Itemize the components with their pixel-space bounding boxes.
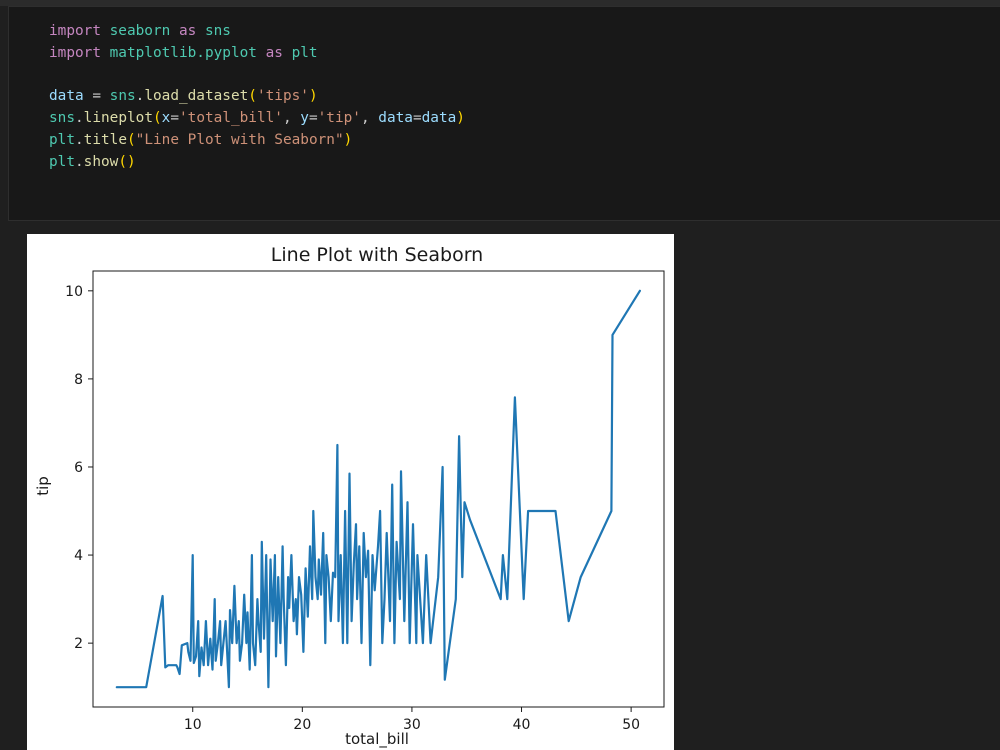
line-plot-chart: 10 20 30 40 50 246810 Line Plot with Seaborn… <box>27 234 674 750</box>
code-token: plt <box>49 131 75 148</box>
code-token: = <box>83 88 110 105</box>
code-token: import <box>49 44 101 61</box>
y-tick-label: 2 <box>74 636 83 652</box>
code-token: , <box>282 110 301 127</box>
code-editor[interactable]: import seaborn as sns import matplotlib.p… <box>49 21 465 174</box>
code-line: import seaborn as sns <box>49 21 465 43</box>
code-token: load_dataset <box>144 88 249 105</box>
code-token: data <box>378 110 413 127</box>
code-token: y <box>300 110 309 127</box>
code-line: plt.show() <box>49 152 465 174</box>
x-axis-label: total_bill <box>345 730 409 749</box>
code-line: data = sns.load_dataset('tips') <box>49 86 465 108</box>
code-token: data <box>49 88 84 105</box>
y-axis-label: tip <box>34 476 52 496</box>
code-line: import matplotlib.pyplot as plt <box>49 43 465 65</box>
code-token: . <box>75 131 84 148</box>
code-token: seaborn <box>100 23 179 39</box>
code-token: ( <box>248 88 257 105</box>
y-tick-label: 10 <box>65 284 83 300</box>
code-token: title <box>83 131 127 148</box>
code-token: plt <box>282 44 318 61</box>
code-token: as <box>265 44 283 61</box>
code-line: plt.title("Line Plot with Seaborn") <box>49 130 465 152</box>
code-token: ) <box>308 88 318 105</box>
code-token: 'tips' <box>256 88 309 105</box>
code-line: sns.lineplot(x='total_bill', y='tip', da… <box>49 108 465 130</box>
code-token: . <box>75 110 84 127</box>
chart-title: Line Plot with Seaborn <box>271 244 483 266</box>
code-token: sns <box>49 110 75 127</box>
x-tick-label: 10 <box>184 717 202 733</box>
code-token: = <box>170 110 179 127</box>
code-token: as <box>178 23 197 39</box>
code-token: data <box>421 110 457 127</box>
code-token: 'tip' <box>317 110 361 127</box>
code-token: sns <box>196 23 231 39</box>
y-tick-label: 8 <box>74 372 83 388</box>
code-token: = <box>412 110 422 127</box>
figure: 10 20 30 40 50 2 4 6 8 10 Line Plot with Seaborn… <box>27 234 674 750</box>
code-token: ) <box>456 110 465 127</box>
code-token: lineplot <box>83 110 153 127</box>
code-token: = <box>308 110 318 127</box>
code-token: ( <box>152 110 162 127</box>
code-token: 'total_bill' <box>179 110 283 127</box>
code-token: import <box>49 23 101 39</box>
code-token: . <box>75 153 84 170</box>
code-token: ( <box>127 131 136 148</box>
code-token: "Line Plot with Seaborn" <box>135 131 344 148</box>
cell-output: 10 20 30 40 50 2 4 6 8 10 Line Plot with Seaborn… <box>0 222 1000 750</box>
code-token: () <box>118 153 136 170</box>
x-tick-label: 50 <box>622 717 640 733</box>
code-token: matplotlib.pyplot <box>100 44 266 61</box>
x-tick-label: 20 <box>293 717 311 733</box>
x-tick-label: 40 <box>513 717 531 733</box>
y-tick-label: 6 <box>74 460 83 476</box>
code-cell[interactable]: import seaborn as sns import matplotlib.p… <box>8 6 1000 221</box>
code-token: show <box>83 153 119 170</box>
y-tick-label: 4 <box>74 548 83 564</box>
code-token: ) <box>343 131 353 148</box>
code-token: plt <box>49 153 75 170</box>
code-token: , <box>360 110 379 127</box>
code-token: sns <box>109 88 136 105</box>
